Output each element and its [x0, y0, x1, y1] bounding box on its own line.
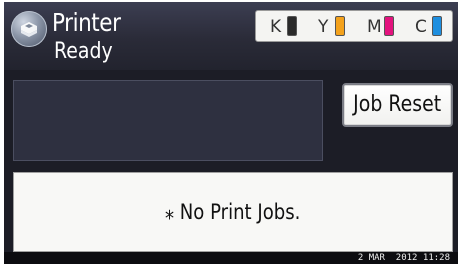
message-display-area [13, 80, 323, 161]
job-reset-button[interactable]: Job Reset [342, 83, 453, 127]
toner-level-bar [432, 16, 442, 36]
toner-label: Y [318, 17, 329, 37]
no-jobs-text: ⁎ No Print Jobs. [165, 200, 301, 224]
date-time: 2 MAR 2012 11:28 [357, 253, 450, 263]
toner-level-bar [287, 16, 297, 36]
status-text: Ready [54, 39, 113, 64]
toner-label: K [270, 17, 282, 37]
printer-app-icon [11, 11, 47, 47]
toner-level-bar [335, 16, 345, 36]
toner-label: M [367, 17, 382, 37]
toner-label: C [415, 17, 427, 37]
toner-indicator: K Y M C [255, 10, 453, 42]
printer-screen: Printer Ready K Y M C Job Reset ⁎ No Pri… [4, 2, 458, 264]
print-job-list: ⁎ No Print Jobs. [13, 172, 453, 252]
header-bar: Printer Ready K Y M C [4, 2, 458, 70]
job-reset-label: Job Reset [353, 92, 442, 117]
page-title: Printer [52, 8, 121, 37]
footer-bar: 2 MAR 2012 11:28 [4, 252, 458, 264]
toner-level-bar [384, 16, 394, 36]
printer-icon [21, 22, 37, 37]
no-jobs-message: ⁎ No Print Jobs. [14, 199, 452, 225]
